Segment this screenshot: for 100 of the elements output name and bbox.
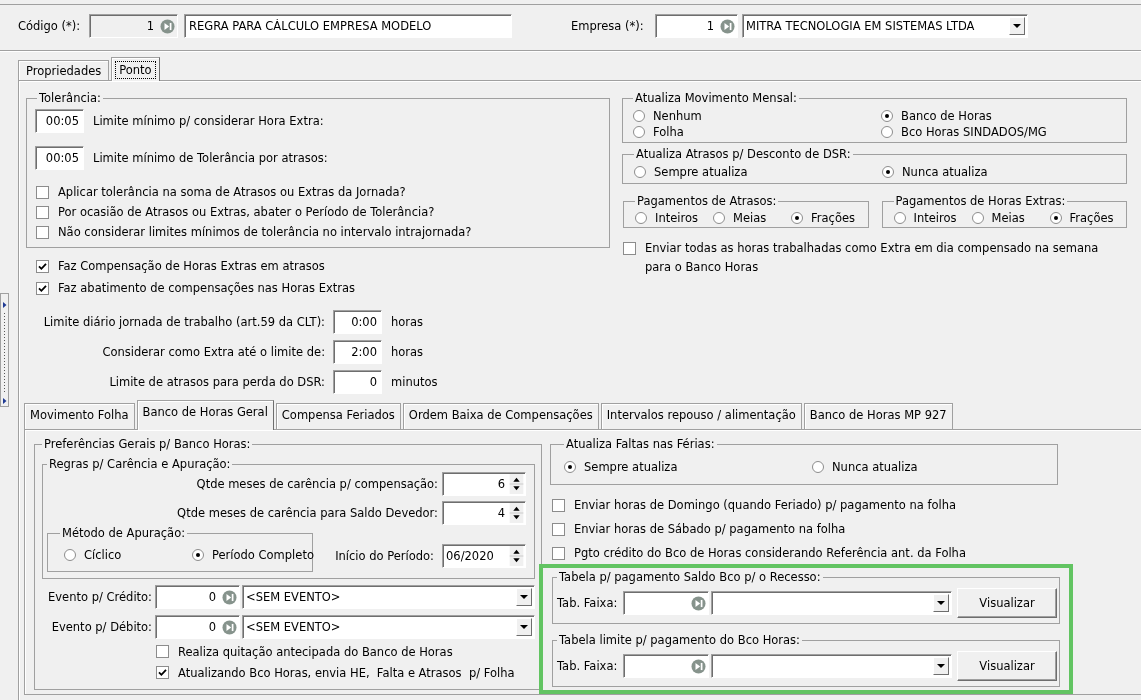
view-button[interactable]: Visualizar	[957, 651, 1057, 681]
radio-icon[interactable]	[882, 166, 894, 178]
radio-icon[interactable]	[635, 212, 647, 224]
lookup-field[interactable]: 1	[655, 14, 738, 38]
checkbox-option[interactable]: Pgto crédito do Bco de Horas considerando Referência ant. da Folha	[552, 541, 966, 565]
next-circle-icon[interactable]	[720, 18, 735, 34]
radio-icon[interactable]	[1049, 212, 1062, 224]
radio-option[interactable]: Sempre atualiza	[564, 459, 678, 475]
text-field[interactable]: 2:00	[333, 340, 382, 364]
dropdown-button[interactable]	[516, 618, 532, 636]
radio-option[interactable]: Cíclico	[64, 547, 122, 563]
radio-option[interactable]: Sempre atualiza	[634, 164, 748, 180]
tab[interactable]: Ordem Baixa de Compensações	[402, 403, 599, 429]
next-circle-icon[interactable]	[691, 658, 706, 674]
radio-option[interactable]: Meias	[971, 210, 1025, 226]
spinner-arrows-icon[interactable]	[509, 546, 524, 566]
spin-field[interactable]: 4	[442, 501, 526, 525]
radio-option[interactable]: Banco de Horas	[881, 108, 992, 124]
tab[interactable]: Banco de Horas Geral	[136, 400, 274, 430]
checkbox-icon[interactable]	[36, 281, 49, 295]
checkbox-option[interactable]: Realiza quitação antecipada do Banco de Horas	[156, 641, 453, 662]
radio-icon[interactable]	[633, 110, 645, 122]
checkbox-icon[interactable]	[36, 205, 49, 219]
field-label: Início do Período:	[335, 549, 434, 563]
checkbox-icon[interactable]	[156, 666, 169, 679]
combo-box[interactable]: MITRA TECNOLOGIA EM SISTEMAS LTDA	[742, 14, 1028, 38]
next-circle-icon[interactable]	[691, 595, 706, 611]
dropdown-button[interactable]	[933, 657, 949, 675]
radio-option[interactable]: Meias	[713, 210, 767, 226]
checkbox-option[interactable]: Atualizando Bco Horas, envia HE, Falta e Atrasos p/ Folha	[156, 662, 515, 683]
radio-option[interactable]: Nunca atualiza	[882, 164, 988, 180]
radio-icon[interactable]	[713, 212, 725, 224]
checkbox-icon[interactable]	[552, 546, 565, 560]
checkbox-option[interactable]: Enviar todas as horas trabalhadas como Extra em dia compensado na semana para o Banco Horas	[623, 239, 1125, 277]
tab[interactable]: Propriedades	[18, 60, 110, 80]
radio-icon[interactable]	[64, 549, 76, 561]
caret-icon	[937, 664, 945, 668]
checkbox-icon[interactable]	[36, 185, 49, 199]
checkbox-option[interactable]: Enviar horas de Sábado p/ pagamento na folha	[552, 517, 846, 541]
tab[interactable]: Banco de Horas MP 927	[803, 403, 953, 429]
radio-option[interactable]: Frações	[791, 210, 855, 226]
checkbox-icon[interactable]	[156, 645, 169, 658]
checkbox-option[interactable]: Faz Compensação de Horas Extras em atrasos	[36, 255, 325, 277]
radio-option[interactable]: Período Completo	[192, 547, 314, 563]
time-field[interactable]: 00:05	[35, 146, 84, 170]
checkbox-icon[interactable]	[623, 242, 636, 255]
combo-box[interactable]: <SEM EVENTO>	[242, 615, 535, 639]
radio-option[interactable]: Folha	[633, 124, 684, 140]
tab[interactable]: Movimento Folha	[24, 403, 135, 429]
dropdown-button[interactable]	[1009, 17, 1025, 35]
spinner-arrows-icon[interactable]	[509, 503, 524, 523]
tab[interactable]: Intervalos repouso / alimentação	[600, 403, 802, 429]
radio-icon[interactable]	[192, 549, 204, 561]
checkbox-option[interactable]: Não considerar limites mínimos de tolerância no intervalo intrajornada?	[36, 222, 472, 242]
checkbox-icon[interactable]	[552, 522, 565, 536]
radio-icon[interactable]	[564, 461, 576, 473]
spin-field[interactable]: 06/2020	[442, 544, 526, 568]
next-circle-icon[interactable]	[222, 589, 237, 605]
radio-option[interactable]: Frações	[1049, 210, 1114, 226]
radio-icon[interactable]	[633, 126, 645, 138]
spinner-arrows-icon[interactable]	[509, 474, 524, 494]
next-circle-icon[interactable]	[222, 619, 237, 635]
checkbox-icon[interactable]	[552, 498, 565, 512]
checkbox-icon[interactable]	[36, 259, 49, 273]
radio-option[interactable]: Inteiros	[635, 210, 698, 226]
checkbox-option[interactable]: Enviar horas de Domingo (quando Feriado) p/ pagamento na folha	[552, 493, 957, 517]
combo-box[interactable]	[711, 591, 952, 615]
radio-option[interactable]: Nunca atualiza	[812, 459, 918, 475]
radio-icon[interactable]	[881, 110, 893, 122]
dropdown-button[interactable]	[516, 588, 532, 606]
time-field[interactable]: 00:05	[35, 109, 84, 133]
radio-option[interactable]: Inteiros	[893, 210, 957, 226]
radio-icon[interactable]	[634, 166, 646, 178]
lookup-field[interactable]	[623, 591, 709, 615]
spin-field[interactable]: 6	[442, 472, 526, 496]
radio-option[interactable]: Bco Horas SINDADOS/MG	[881, 124, 1047, 140]
dropdown-button[interactable]	[933, 594, 949, 612]
caret-icon	[1013, 24, 1021, 28]
text-field[interactable]: 0	[333, 370, 382, 394]
text-field[interactable]: 0:00	[333, 310, 382, 334]
radio-icon[interactable]	[881, 126, 893, 138]
radio-icon[interactable]	[893, 212, 906, 224]
lookup-field[interactable]: 0	[155, 585, 240, 609]
radio-option[interactable]: Nenhum	[633, 108, 702, 124]
checkbox-option[interactable]: Aplicar tolerância na soma de Atrasos ou Extras da Jornada?	[36, 182, 406, 202]
combo-box[interactable]: <SEM EVENTO>	[242, 585, 535, 609]
checkbox-option[interactable]: Por ocasião de Atrasos ou Extras, abater o Período de Tolerância?	[36, 202, 435, 222]
checkbox-option[interactable]: Faz abatimento de compensações nas Horas Extras	[36, 277, 355, 299]
checkbox-icon[interactable]	[36, 225, 49, 239]
view-button[interactable]: Visualizar	[957, 588, 1057, 618]
lookup-field[interactable]: 0	[155, 615, 240, 639]
splitter-handle[interactable]	[0, 293, 9, 407]
tab[interactable]: Compensa Feriados	[275, 403, 401, 429]
lookup-field[interactable]	[623, 654, 709, 678]
radio-icon[interactable]	[791, 212, 803, 224]
radio-icon[interactable]	[971, 212, 984, 224]
combo-box[interactable]	[711, 654, 952, 678]
radio-icon[interactable]	[812, 461, 824, 473]
group-title: Pagamentos de Atrasos:	[636, 194, 778, 208]
tab[interactable]: Ponto	[111, 57, 160, 81]
